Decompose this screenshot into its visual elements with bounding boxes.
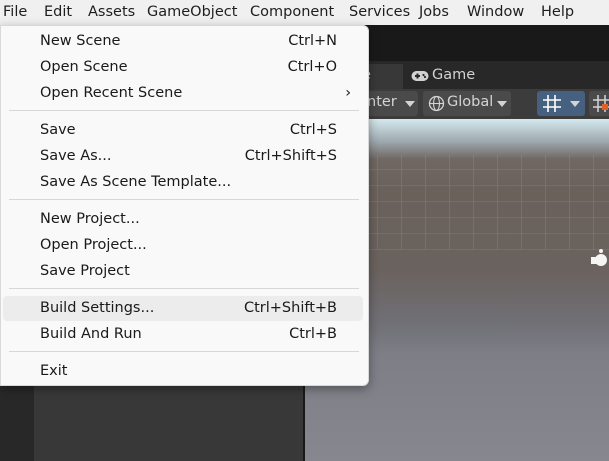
menu-item-save-as-scene-template[interactable]: Save As Scene Template... bbox=[3, 170, 363, 195]
menu-separator bbox=[9, 288, 359, 289]
menu-item-label: Open Scene bbox=[40, 59, 128, 75]
menu-item-label: Open Recent Scene bbox=[40, 85, 183, 101]
caret-down-icon bbox=[497, 101, 507, 107]
menu-edit[interactable]: Edit bbox=[44, 4, 72, 20]
menu-separator bbox=[9, 351, 359, 352]
menu-item-label: Open Project... bbox=[40, 237, 147, 253]
menu-item-shortcut: Ctrl+Shift+S bbox=[244, 148, 337, 164]
snap-button[interactable] bbox=[589, 91, 609, 116]
tab-game-label: Game bbox=[432, 67, 476, 83]
menu-item-new-scene[interactable]: New Scene Ctrl+N bbox=[3, 29, 363, 54]
globe-icon bbox=[428, 95, 445, 116]
chevron-right-icon: › bbox=[345, 85, 351, 101]
menu-window[interactable]: Window bbox=[467, 4, 524, 20]
snap-grid-icon bbox=[592, 94, 609, 117]
menu-item-label: Save As Scene Template... bbox=[40, 174, 232, 190]
menu-item-open-project[interactable]: Open Project... bbox=[3, 233, 363, 258]
menu-item-label: Build Settings... bbox=[40, 300, 155, 316]
menu-item-open-scene[interactable]: Open Scene Ctrl+O bbox=[3, 55, 363, 80]
menu-jobs[interactable]: Jobs bbox=[419, 4, 449, 20]
global-dropdown[interactable]: Global bbox=[423, 91, 511, 116]
menu-gameobject[interactable]: GameObject bbox=[147, 4, 237, 20]
menu-item-new-project[interactable]: New Project... bbox=[3, 207, 363, 232]
grid-icon bbox=[542, 94, 562, 117]
global-label: Global bbox=[447, 94, 494, 110]
menu-assets[interactable]: Assets bbox=[88, 4, 135, 20]
menu-item-build-and-run[interactable]: Build And Run Ctrl+B bbox=[3, 322, 363, 347]
menu-bar: File Edit Assets GameObject Component Se… bbox=[0, 0, 609, 25]
menu-item-shortcut: Ctrl+O bbox=[287, 59, 337, 75]
menu-separator bbox=[9, 110, 359, 111]
menu-services[interactable]: Services bbox=[349, 4, 410, 20]
menu-item-label: Exit bbox=[40, 363, 68, 379]
grid-toggle-button[interactable] bbox=[537, 91, 585, 116]
file-menu-dropdown: New Scene Ctrl+N Open Scene Ctrl+O Open … bbox=[0, 25, 369, 386]
caret-down-icon bbox=[405, 101, 415, 107]
menu-help[interactable]: Help bbox=[541, 4, 574, 20]
menu-separator bbox=[9, 199, 359, 200]
menu-item-exit[interactable]: Exit bbox=[3, 359, 363, 384]
menu-item-label: New Scene bbox=[40, 33, 121, 49]
menu-item-save-project[interactable]: Save Project bbox=[3, 259, 363, 284]
menu-item-shortcut: Ctrl+N bbox=[288, 33, 337, 49]
menu-item-label: Save Project bbox=[40, 263, 130, 279]
hierarchy-content bbox=[34, 385, 303, 461]
menu-item-shortcut: Ctrl+Shift+B bbox=[243, 300, 337, 316]
menu-item-open-recent-scene[interactable]: Open Recent Scene › bbox=[3, 81, 363, 106]
tab-game[interactable]: Game bbox=[403, 64, 609, 89]
menu-item-label: Build And Run bbox=[40, 326, 142, 342]
menu-item-save-as[interactable]: Save As... Ctrl+Shift+S bbox=[3, 144, 363, 169]
light-gizmo-icon[interactable] bbox=[588, 248, 609, 272]
menu-item-shortcut: Ctrl+B bbox=[289, 326, 337, 342]
gamepad-icon bbox=[411, 70, 429, 86]
menu-item-save[interactable]: Save Ctrl+S bbox=[3, 118, 363, 143]
menu-item-shortcut: Ctrl+S bbox=[289, 122, 337, 138]
menu-item-label: New Project... bbox=[40, 211, 140, 227]
menu-file[interactable]: File bbox=[3, 4, 27, 20]
pivot-label: nter bbox=[367, 94, 397, 110]
menu-component[interactable]: Component bbox=[250, 4, 334, 20]
menu-item-build-settings[interactable]: Build Settings... Ctrl+Shift+B bbox=[3, 296, 363, 321]
menu-item-label: Save bbox=[40, 122, 76, 138]
menu-item-label: Save As... bbox=[40, 148, 112, 164]
caret-down-icon bbox=[570, 101, 580, 107]
